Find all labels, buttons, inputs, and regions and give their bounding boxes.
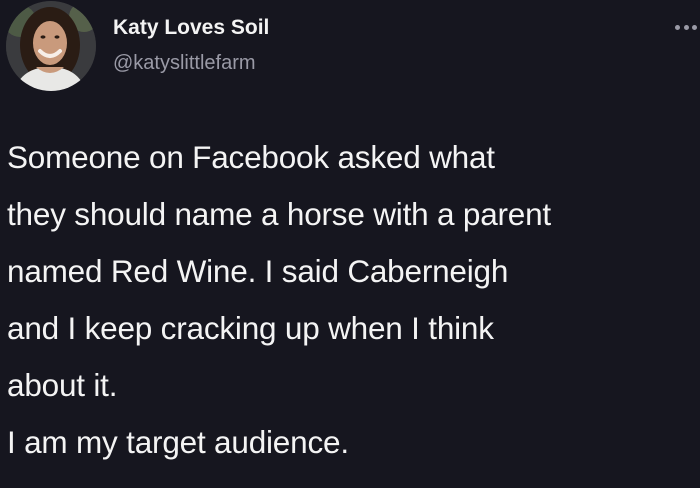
tweet-line: named Red Wine. I said Caberneigh bbox=[7, 253, 509, 289]
tweet-line: they should name a horse with a parent bbox=[7, 196, 551, 232]
tweet-line: and I keep cracking up when I think bbox=[7, 310, 494, 346]
dot-icon bbox=[692, 25, 697, 30]
dot-icon bbox=[683, 25, 689, 30]
display-name[interactable]: Katy Loves Soil bbox=[113, 16, 269, 40]
tweet-line: I am my target audience. bbox=[7, 424, 349, 460]
user-handle[interactable]: @katyslittlefarm bbox=[113, 52, 256, 75]
tweet-text: Someone on Facebook asked what they shou… bbox=[7, 129, 697, 471]
dot-icon bbox=[675, 25, 680, 30]
profile-photo-icon bbox=[6, 1, 96, 91]
tweet: Katy Loves Soil @katyslittlefarm Someone… bbox=[0, 0, 700, 488]
tweet-line: about it. bbox=[7, 367, 118, 403]
tweet-line: Someone on Facebook asked what bbox=[7, 139, 495, 175]
more-options-icon[interactable] bbox=[674, 22, 698, 32]
avatar[interactable] bbox=[6, 1, 96, 91]
